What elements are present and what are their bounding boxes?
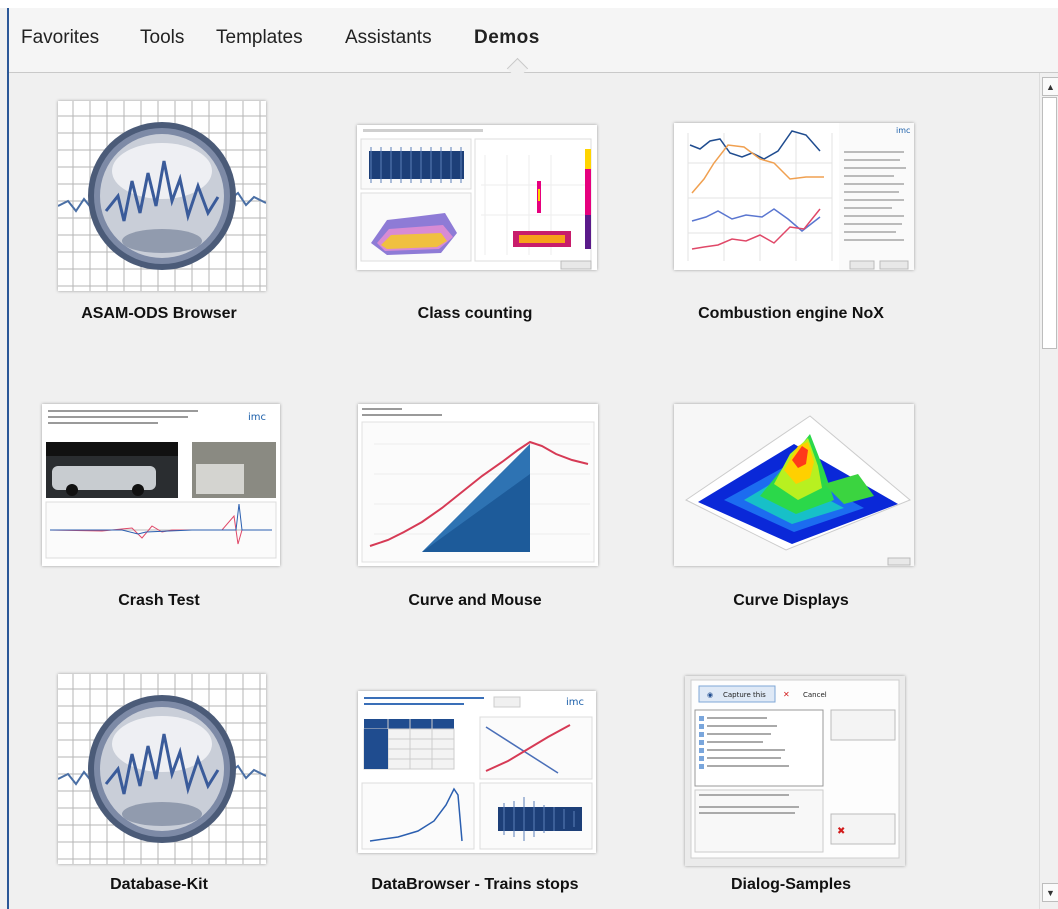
vertical-scrollbar[interactable]: ▲ ▼ <box>1039 73 1058 909</box>
curve-mouse-preview <box>358 404 598 566</box>
svg-text:Capture this: Capture this <box>723 691 766 699</box>
tile-curve-and-mouse[interactable]: Curve and Mouse <box>325 360 625 609</box>
svg-text:Cancel: Cancel <box>803 691 827 699</box>
databrowser-preview: imc <box>358 691 596 853</box>
tile-label: Combustion engine NoX <box>698 305 884 322</box>
tab-assistants[interactable]: Assistants <box>345 27 432 49</box>
scroll-down-arrow-icon[interactable]: ▼ <box>1042 883 1058 902</box>
svg-text:imc: imc <box>896 126 910 135</box>
tile-label: Curve and Mouse <box>408 592 542 609</box>
class-counting-preview <box>357 125 597 270</box>
tile-database-kit[interactable]: Database-Kit <box>9 646 309 893</box>
tab-templates[interactable]: Templates <box>216 27 303 49</box>
tile-dialog-samples[interactable]: ◉ Capture this ✕ Cancel ▶ ✖ Dialog-Sampl… <box>641 646 941 893</box>
tile-combustion-engine-nox[interactable]: imc Combustion engine NoX <box>641 73 941 322</box>
tab-favorites[interactable]: Favorites <box>21 27 99 49</box>
magnifier-graph-icon <box>58 101 266 291</box>
scrollbar-thumb[interactable] <box>1042 97 1057 349</box>
svg-text:◉: ◉ <box>707 691 713 699</box>
category-tab-bar: Favorites Tools Templates Assistants Dem… <box>9 8 1058 80</box>
tile-label: DataBrowser - Trains stops <box>371 876 579 893</box>
svg-text:imc: imc <box>566 697 584 708</box>
magnifier-graph-icon <box>58 674 266 864</box>
tile-label: Dialog-Samples <box>730 876 852 893</box>
tile-label: Curve Displays <box>733 592 849 609</box>
tile-databrowser-trains-stops[interactable]: imc DataBrowser - Trains stops <box>325 646 625 893</box>
tile-crash-test[interactable]: imc Crash Test <box>9 360 309 609</box>
tile-asam-ods-browser[interactable]: ASAM-ODS Browser <box>9 73 309 322</box>
tile-label: Database-Kit <box>110 876 208 893</box>
tile-class-counting[interactable]: Class counting <box>325 73 625 322</box>
tile-curve-displays[interactable]: Curve Displays <box>641 360 941 609</box>
dialog-samples-preview: ◉ Capture this ✕ Cancel ▶ ✖ <box>685 676 905 866</box>
tile-label: ASAM-ODS Browser <box>81 305 237 322</box>
tab-demos[interactable]: Demos <box>474 27 540 49</box>
window-top-border <box>0 0 1058 8</box>
crash-test-preview: imc <box>42 404 280 566</box>
svg-text:✕: ✕ <box>783 690 790 699</box>
svg-text:imc: imc <box>248 412 266 423</box>
combustion-nox-preview: imc <box>674 123 914 270</box>
tile-label: Crash Test <box>118 592 200 609</box>
tab-tools[interactable]: Tools <box>140 27 184 49</box>
svg-text:✖: ✖ <box>837 826 845 837</box>
tile-label: Class counting <box>417 305 533 322</box>
demo-gallery: ASAM-ODS Browser Class counting imc Comb… <box>9 73 1039 909</box>
curve-displays-3d-preview <box>674 404 914 566</box>
scroll-up-arrow-icon[interactable]: ▲ <box>1042 77 1058 96</box>
